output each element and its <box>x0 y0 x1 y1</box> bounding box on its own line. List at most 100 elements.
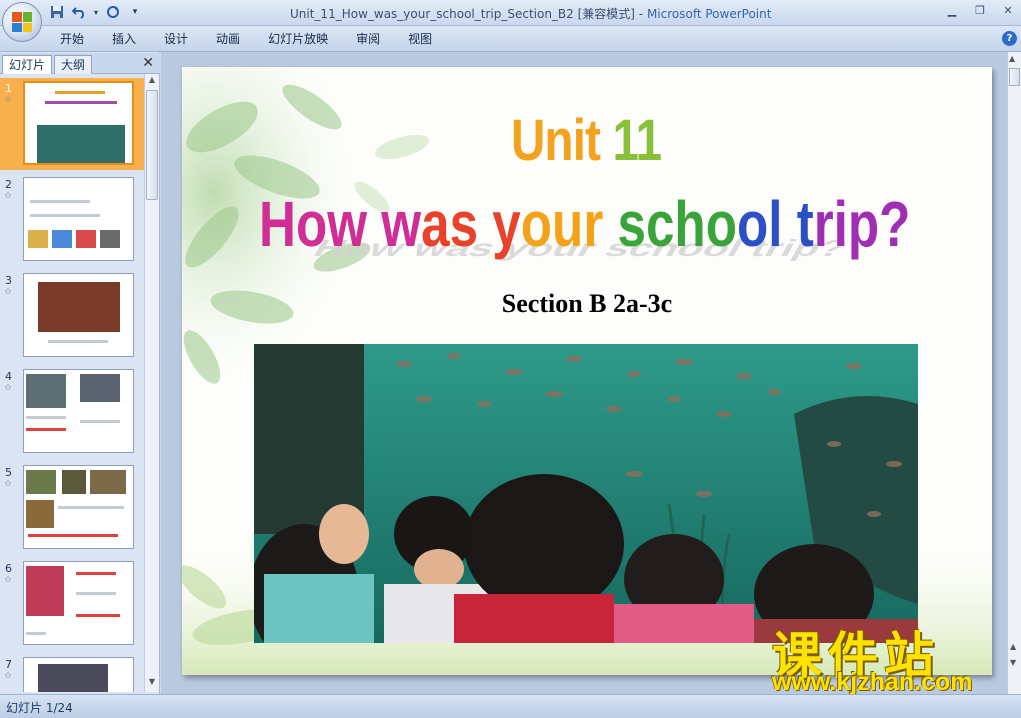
title-letter <box>367 188 381 260</box>
office-logo-icon <box>12 12 32 32</box>
slide-thumbnail[interactable]: 3 ☆ <box>0 270 144 362</box>
panel-tabs: 幻灯片 大纲 ✕ <box>0 53 160 74</box>
title-letter <box>478 188 492 260</box>
close-panel-icon[interactable]: ✕ <box>142 55 154 71</box>
animation-star-icon: ☆ <box>4 479 13 489</box>
ribbon-tab[interactable]: 设计 <box>150 30 202 48</box>
thumbnail-content <box>55 91 105 94</box>
slide-thumbnail[interactable]: 2 ☆ <box>0 174 144 266</box>
thumbnail-content <box>76 572 116 575</box>
thumbnail-preview <box>23 465 134 549</box>
title-letter: r <box>583 188 604 260</box>
slide-thumbnail[interactable]: 1 ☆ <box>0 78 144 170</box>
title-letter <box>603 188 617 260</box>
thumbnail-content <box>26 374 66 408</box>
watermark-url: www.kjzhan.com <box>772 668 973 696</box>
ribbon-tab[interactable]: 幻灯片放映 <box>254 30 342 48</box>
thumbnail-content <box>38 664 108 692</box>
thumbnail-content <box>28 230 48 248</box>
thumbnail-number: 3 <box>5 274 12 287</box>
thumbnail-number: 5 <box>5 466 12 479</box>
title-letter: c <box>645 188 675 260</box>
thumbnail-preview <box>23 273 134 357</box>
thumbnail-preview <box>23 561 134 645</box>
restore-icon[interactable]: ❐ <box>971 2 989 18</box>
animation-star-icon: ☆ <box>4 383 13 393</box>
window-controls: ▁ ❐ ✕ <box>943 2 1017 18</box>
thumbnail-content <box>58 506 124 509</box>
scroll-down-icon[interactable]: ▼ <box>146 677 158 691</box>
save-icon[interactable] <box>48 3 66 21</box>
thumbnail-number: 1 <box>5 82 12 95</box>
current-slide[interactable]: Unit 11 How was your school trip? How wa… <box>182 67 992 675</box>
thumbnail-content <box>38 282 120 332</box>
thumbnail-content <box>45 101 117 104</box>
document-name: Unit_11_How_was_your_school_trip_Section… <box>290 7 635 21</box>
title-letter: o <box>705 188 737 260</box>
title-letter: w <box>381 188 422 260</box>
minimize-icon[interactable]: ▁ <box>943 2 961 18</box>
title-letter: a <box>421 188 450 260</box>
chevron-down-icon[interactable]: ▾ <box>92 3 100 21</box>
thumbnail-content <box>80 420 120 423</box>
title-letter: o <box>736 188 769 260</box>
ribbon-tab[interactable]: 插入 <box>98 30 150 48</box>
title-letter: w <box>327 188 368 260</box>
slide-title[interactable]: How was your school trip? <box>259 187 910 261</box>
thumbnail-content <box>76 592 116 595</box>
customize-toolbar-icon[interactable]: ▾ <box>126 3 144 21</box>
window-title: Unit_11_How_was_your_school_trip_Section… <box>290 7 772 21</box>
editor-scrollbar[interactable]: ▲ ▲ ▼ <box>1007 52 1021 694</box>
animation-star-icon: ☆ <box>4 575 13 585</box>
animation-star-icon: ☆ <box>4 671 13 681</box>
title-letter: l <box>768 188 783 260</box>
ribbon-tab[interactable]: 动画 <box>202 30 254 48</box>
slide-thumbnail[interactable]: 5 ☆ <box>0 462 144 554</box>
quick-access-toolbar: ▾ ▾ <box>48 3 144 21</box>
title-letter: r <box>813 188 834 260</box>
scroll-up-icon[interactable]: ▲ <box>146 75 158 89</box>
thumbnail-list: 1 ☆ 2 ☆ 3 ☆ 4 ☆ 5 ☆ 6 ☆ 7 ☆ <box>0 74 144 692</box>
scroll-thumb[interactable] <box>1009 68 1020 86</box>
scroll-up-icon[interactable]: ▲ <box>1009 54 1015 63</box>
scroll-thumb[interactable] <box>146 90 158 200</box>
prev-slide-icon[interactable]: ▲ <box>1010 642 1016 651</box>
redo-icon[interactable] <box>104 3 122 21</box>
thumbnail-content <box>80 374 120 402</box>
title-letter: s <box>449 188 479 260</box>
undo-icon[interactable] <box>70 3 88 21</box>
thumbnail-content <box>62 470 86 494</box>
title-bar: ▾ ▾ Unit_11_How_was_your_school_trip_Sec… <box>0 0 1021 26</box>
slide-thumbnail[interactable]: 6 ☆ <box>0 558 144 650</box>
title-letter: y <box>492 188 521 260</box>
next-slide-icon[interactable]: ▼ <box>1010 658 1016 667</box>
office-button[interactable] <box>2 2 42 42</box>
thumbnail-preview <box>23 369 134 453</box>
unit-heading[interactable]: Unit 11 <box>254 107 918 174</box>
title-letter: t <box>796 188 814 260</box>
ribbon-tab[interactable]: 开始 <box>46 30 98 48</box>
title-letter: i <box>833 188 848 260</box>
title-letter: H <box>259 188 296 260</box>
thumbnail-preview <box>23 177 134 261</box>
panel-scrollbar[interactable]: ▲ ▼ <box>144 74 159 692</box>
slides-panel: 幻灯片 大纲 ✕ 1 ☆ 2 ☆ 3 ☆ 4 ☆ 5 ☆ 6 ☆ 7 ☆ ▲ ▼ <box>0 52 160 694</box>
slide-thumbnail[interactable]: 4 ☆ <box>0 366 144 458</box>
help-icon[interactable]: ? <box>1002 31 1017 46</box>
tab-slides[interactable]: 幻灯片 <box>2 55 53 74</box>
thumbnail-content <box>26 416 66 419</box>
thumbnail-content <box>26 470 56 494</box>
thumbnail-content <box>26 566 64 616</box>
title-letter: o <box>520 188 553 260</box>
title-letter <box>782 188 796 260</box>
animation-star-icon: ☆ <box>4 287 13 297</box>
section-subtitle[interactable]: Section B 2a-3c <box>182 289 992 319</box>
app-name: Microsoft PowerPoint <box>646 7 772 21</box>
close-icon[interactable]: ✕ <box>999 2 1017 18</box>
tab-outline[interactable]: 大纲 <box>54 55 93 74</box>
aquarium-photo[interactable] <box>254 344 918 643</box>
thumbnail-number: 4 <box>5 370 12 383</box>
ribbon-tab[interactable]: 审阅 <box>342 30 394 48</box>
ribbon-tab[interactable]: 视图 <box>394 30 446 48</box>
slide-thumbnail[interactable]: 7 ☆ <box>0 654 144 692</box>
